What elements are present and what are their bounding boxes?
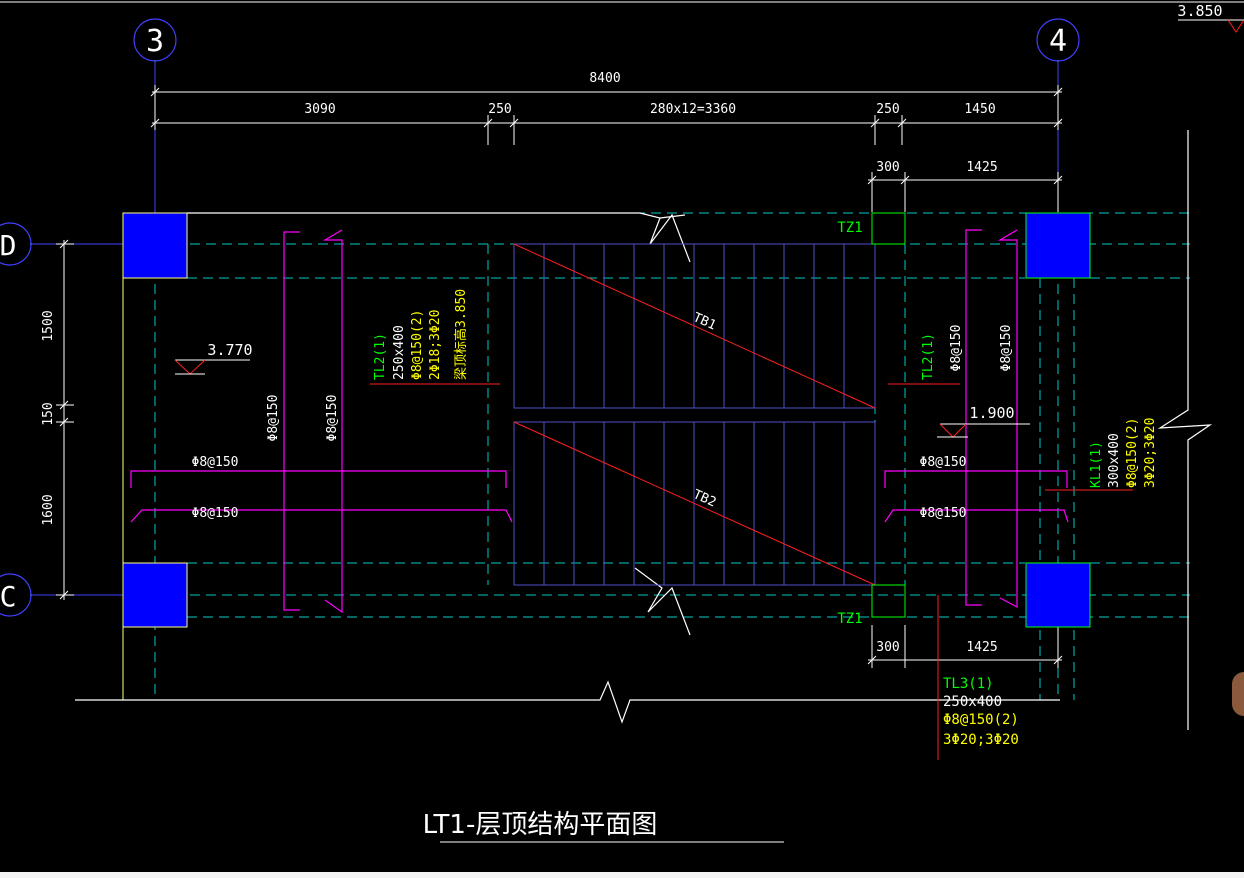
column-label-tz1-bottom: TZ1 (837, 611, 862, 627)
svg-text:Φ8@150(2): Φ8@150(2) (943, 712, 1019, 728)
rebar-label-left-h2: Φ8@150 (192, 506, 239, 521)
dim-bottom-1425: 1425 (966, 640, 997, 655)
cad-drawing-canvas[interactable]: 3 4 D C 8400 3090 250 280x12=3360 250 14… (0, 0, 1244, 878)
svg-text:3.770: 3.770 (207, 341, 252, 359)
svg-text:Φ8@150(2): Φ8@150(2) (1125, 418, 1140, 488)
floating-action-handle[interactable] (1232, 672, 1244, 716)
dim-overall: 8400 (589, 71, 620, 86)
rebar-label-right-v2: Φ8@150 (999, 325, 1014, 372)
grid-label-C: C (0, 580, 16, 613)
dim-left-150: 150 (41, 402, 56, 425)
drawing-title: LT1-层顶结构平面图 (423, 810, 658, 840)
rebar-label-left-v2: Φ8@150 (325, 395, 340, 442)
svg-text:250x400: 250x400 (392, 325, 407, 380)
rebar-label-right-h1: Φ8@150 (920, 455, 967, 470)
svg-text:1.900: 1.900 (969, 404, 1014, 422)
dim-left-1500: 1500 (41, 310, 56, 341)
dim-right-300: 300 (876, 160, 899, 175)
rebar-label-left-v1: Φ8@150 (266, 395, 281, 442)
rebar-label-right-v1: Φ8@150 (949, 325, 964, 372)
svg-text:梁顶标高3.850: 梁顶标高3.850 (453, 289, 469, 380)
svg-text:Φ8@150(2): Φ8@150(2) (410, 310, 425, 380)
column-4C (1025, 562, 1091, 628)
dim-seg5: 1450 (964, 102, 995, 117)
rebar-label-right-h2: Φ8@150 (920, 506, 967, 521)
grid-label-3: 3 (146, 24, 164, 59)
dim-seg3: 280x12=3360 (650, 102, 736, 117)
beam-annotation-tl2-right: TL2(1) (921, 333, 936, 380)
dim-left-1600: 1600 (41, 494, 56, 525)
svg-text:TL2(1): TL2(1) (373, 333, 388, 380)
svg-text:2Φ18;3Φ20: 2Φ18;3Φ20 (428, 310, 443, 380)
column-label-tz1-top: TZ1 (837, 220, 862, 236)
dim-right-1425: 1425 (966, 160, 997, 175)
svg-text:KL1(1): KL1(1) (1089, 441, 1104, 488)
svg-text:3.850: 3.850 (1177, 2, 1222, 20)
rebar-label-left-h1: Φ8@150 (192, 455, 239, 470)
dim-seg1: 3090 (304, 102, 335, 117)
svg-text:3Φ20;3Φ20: 3Φ20;3Φ20 (1143, 418, 1158, 488)
svg-text:TL3(1): TL3(1) (943, 676, 994, 692)
dim-seg4: 250 (876, 102, 899, 117)
svg-text:300x400: 300x400 (1107, 433, 1122, 488)
grid-label-D: D (0, 229, 16, 262)
status-strip (0, 872, 1244, 878)
grid-label-4: 4 (1049, 24, 1067, 59)
svg-text:250x400: 250x400 (943, 694, 1002, 710)
dim-bottom-300: 300 (876, 640, 899, 655)
column-3C (122, 562, 188, 628)
column-4D (1025, 212, 1091, 279)
svg-text:3Φ20;3Φ20: 3Φ20;3Φ20 (943, 732, 1019, 748)
dim-seg2: 250 (488, 102, 511, 117)
column-3D (122, 212, 188, 279)
